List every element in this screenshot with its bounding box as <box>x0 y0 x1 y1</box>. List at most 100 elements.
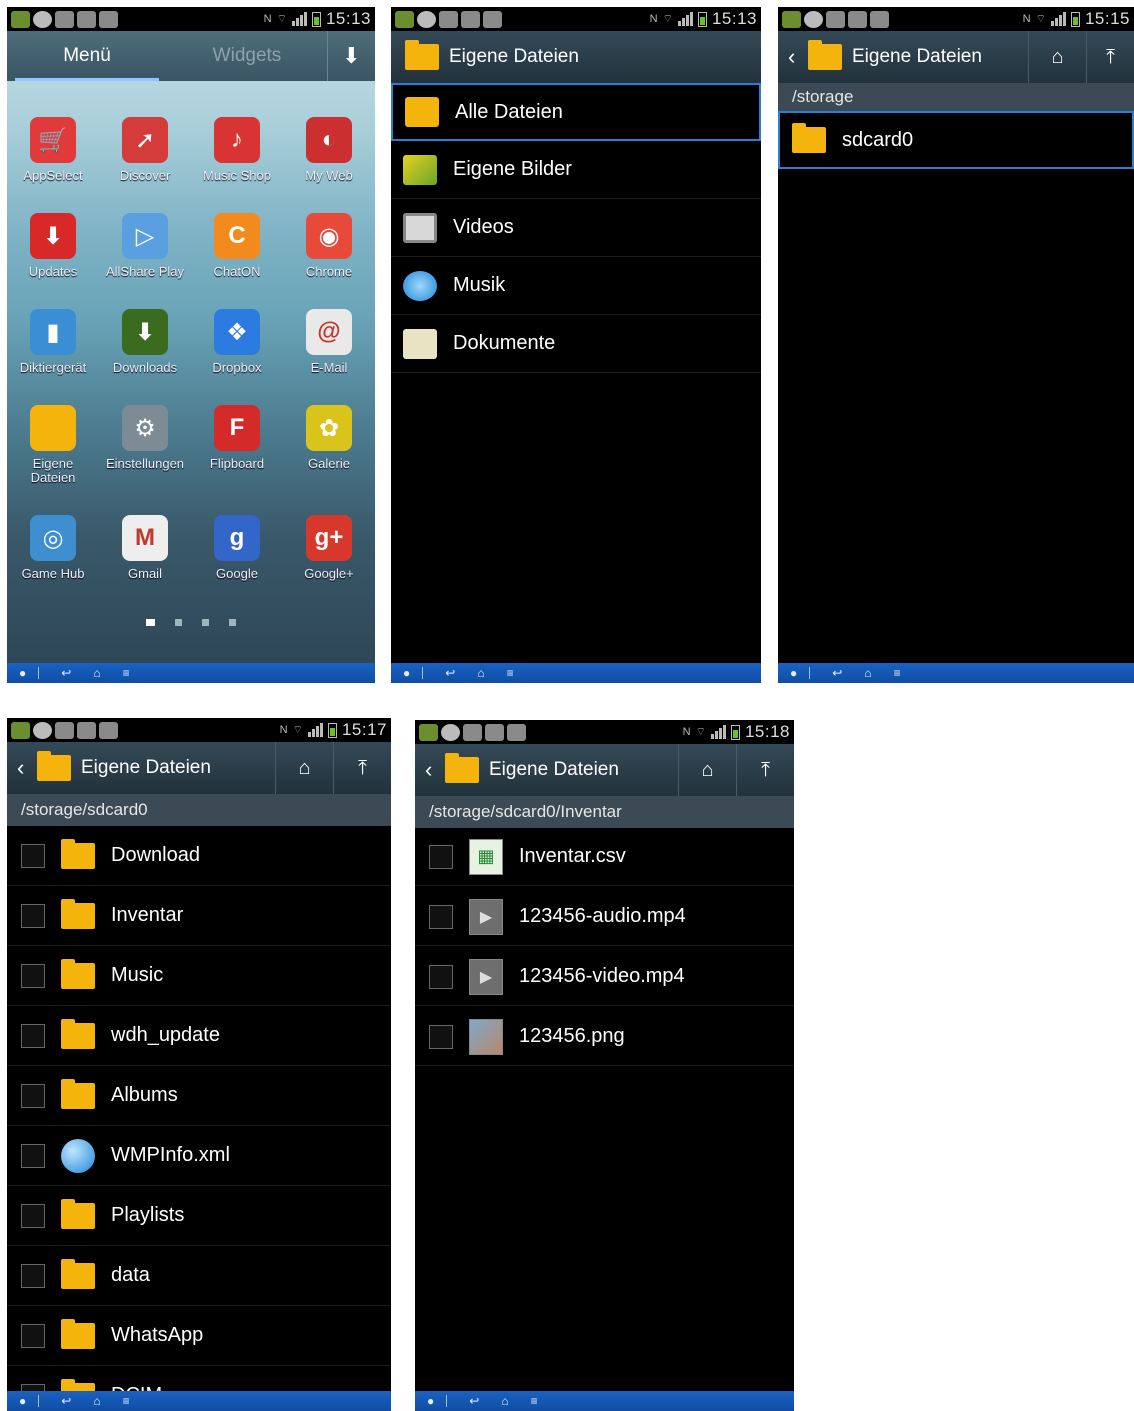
app-shortcut[interactable]: F Flipboard <box>191 405 283 485</box>
menu-icon[interactable]: ≡ <box>507 666 514 680</box>
app-shortcut[interactable]: C ChatON <box>191 213 283 279</box>
row-checkbox[interactable] <box>21 843 45 868</box>
page-dot[interactable] <box>175 619 182 626</box>
back-icon[interactable]: ↩ <box>469 1394 479 1408</box>
menu-icon[interactable]: ≡ <box>123 1394 130 1408</box>
back-chevron-icon[interactable]: ‹ <box>425 757 445 783</box>
row-checkbox[interactable] <box>21 1143 45 1168</box>
home-icon[interactable]: ⌂ <box>501 1394 508 1408</box>
app-grid: 🛒 AppSelect ➚ Discover ♪ Music Shop ◐ My Web ⬇ Up… <box>7 117 375 581</box>
home-button[interactable]: ⌂ <box>1028 31 1086 83</box>
app-shortcut[interactable]: ◐ My Web <box>283 117 375 183</box>
file-row[interactable]: WhatsApp <box>7 1306 391 1366</box>
row-checkbox[interactable] <box>21 1023 45 1048</box>
home-icon[interactable]: ⌂ <box>93 1394 100 1408</box>
app-shortcut[interactable]: ⚙ Einstellungen <box>99 405 191 485</box>
row-checkbox[interactable] <box>21 1083 45 1108</box>
app-shortcut[interactable]: ⬇ Updates <box>7 213 99 279</box>
category-row-images[interactable]: Eigene Bilder <box>391 141 761 199</box>
page-dot[interactable] <box>146 619 155 626</box>
app-shortcut[interactable]: Eigene Dateien <box>7 405 99 485</box>
notification-icon <box>419 723 438 741</box>
row-checkbox[interactable] <box>21 903 45 928</box>
file-row[interactable]: WMPInfo.xml <box>7 1126 391 1186</box>
folder-row[interactable]: sdcard0 <box>778 111 1134 169</box>
category-row-music[interactable]: Musik <box>391 257 761 315</box>
app-shortcut[interactable]: ♪ Music Shop <box>191 117 283 183</box>
back-chevron-icon[interactable]: ‹ <box>17 755 37 781</box>
info-icon[interactable]: ● <box>19 1394 26 1408</box>
row-checkbox[interactable] <box>21 963 45 988</box>
home-icon[interactable]: ⌂ <box>93 666 100 680</box>
file-row[interactable]: wdh_update <box>7 1006 391 1066</box>
check-icon <box>77 721 96 739</box>
row-checkbox[interactable] <box>21 1263 45 1288</box>
download-icon[interactable]: ⬇ <box>327 31 375 81</box>
back-chevron-icon[interactable]: ‹ <box>788 44 808 70</box>
row-checkbox[interactable] <box>429 1024 453 1049</box>
app-shortcut[interactable]: ◎ Game Hub <box>7 515 99 581</box>
nfc-icon: N <box>649 13 658 25</box>
folder-up-button[interactable]: ⤒ <box>736 744 794 796</box>
app-icon: g+ <box>306 515 352 561</box>
app-label: Google <box>216 566 258 581</box>
info-icon[interactable]: ● <box>403 666 410 680</box>
category-label: Alle Dateien <box>455 100 563 123</box>
download-icon <box>870 10 889 28</box>
file-row[interactable]: data <box>7 1246 391 1306</box>
app-shortcut[interactable]: M Gmail <box>99 515 191 581</box>
app-shortcut[interactable]: ▮ Diktiergerät <box>7 309 99 375</box>
row-checkbox[interactable] <box>429 904 453 929</box>
row-checkbox[interactable] <box>429 964 453 989</box>
menu-icon[interactable]: ≡ <box>531 1394 538 1408</box>
back-icon[interactable]: ↩ <box>832 666 842 680</box>
app-shortcut[interactable]: ➚ Discover <box>99 117 191 183</box>
file-row[interactable]: 123456.png <box>415 1008 794 1066</box>
folder-up-button[interactable]: ⤒ <box>333 742 391 794</box>
app-shortcut[interactable]: ✿ Galerie <box>283 405 375 485</box>
page-dot[interactable] <box>202 619 209 626</box>
back-icon[interactable]: ↩ <box>61 666 71 680</box>
app-shortcut[interactable]: g Google <box>191 515 283 581</box>
file-row[interactable]: Playlists <box>7 1186 391 1246</box>
row-checkbox[interactable] <box>21 1203 45 1228</box>
folder-up-button[interactable]: ⤒ <box>1086 31 1134 83</box>
app-shortcut[interactable]: @ E-Mail <box>283 309 375 375</box>
category-row-videos[interactable]: Videos <box>391 199 761 257</box>
back-icon[interactable]: ↩ <box>61 1394 71 1408</box>
menu-icon[interactable]: ≡ <box>894 666 901 680</box>
home-icon[interactable]: ⌂ <box>864 666 871 680</box>
row-checkbox[interactable] <box>429 844 453 869</box>
file-row[interactable]: ▦ Inventar.csv <box>415 828 794 886</box>
file-row[interactable]: Albums <box>7 1066 391 1126</box>
page-dot[interactable] <box>229 619 236 626</box>
battery-icon <box>327 722 337 738</box>
info-icon[interactable]: ● <box>19 666 26 680</box>
file-label: WhatsApp <box>111 1324 204 1346</box>
home-icon[interactable]: ⌂ <box>477 666 484 680</box>
category-row-all-files[interactable]: Alle Dateien <box>391 83 761 141</box>
sync-icon <box>33 10 52 28</box>
home-button[interactable]: ⌂ <box>678 744 736 796</box>
home-button[interactable]: ⌂ <box>275 742 333 794</box>
menu-icon[interactable]: ≡ <box>123 666 130 680</box>
back-icon[interactable]: ↩ <box>445 666 455 680</box>
app-header: Eigene Dateien <box>391 31 761 83</box>
info-icon[interactable]: ● <box>790 666 797 680</box>
app-shortcut[interactable]: 🛒 AppSelect <box>7 117 99 183</box>
file-row[interactable]: Download <box>7 826 391 886</box>
app-shortcut[interactable]: ▷ AllShare Play <box>99 213 191 279</box>
file-row[interactable]: ▶ 123456-video.mp4 <box>415 948 794 1006</box>
file-row[interactable]: Inventar <box>7 886 391 946</box>
tab-menu[interactable]: Menü <box>7 31 167 81</box>
file-row[interactable]: Music <box>7 946 391 1006</box>
app-shortcut[interactable]: ◉ Chrome <box>283 213 375 279</box>
tab-widgets[interactable]: Widgets <box>167 31 327 81</box>
app-shortcut[interactable]: ⬇ Downloads <box>99 309 191 375</box>
app-shortcut[interactable]: g+ Google+ <box>283 515 375 581</box>
info-icon[interactable]: ● <box>427 1394 434 1408</box>
row-checkbox[interactable] <box>21 1323 45 1348</box>
app-shortcut[interactable]: ❖ Dropbox <box>191 309 283 375</box>
category-row-documents[interactable]: Dokumente <box>391 315 761 373</box>
file-row[interactable]: ▶ 123456-audio.mp4 <box>415 888 794 946</box>
